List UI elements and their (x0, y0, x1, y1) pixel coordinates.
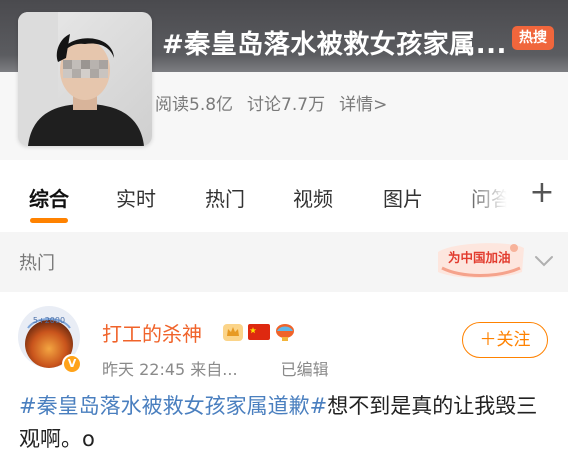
tab-images[interactable]: 图片 (383, 183, 423, 212)
post-card: 5+2000 V 打工的杀神 昨天 22:45 来自... 已编辑 ＋关注 #秦… (0, 292, 568, 459)
weibo-topic-page: #秦皇岛落水被救女孩家属... 热搜 阅读5.8亿 讨论7.7万 详情> 综合 … (0, 0, 568, 459)
avatar-text: 5+2000 (33, 316, 65, 325)
user-badges (222, 321, 296, 343)
hashtag-link[interactable]: #秦皇岛落水被救女孩家属道歉# (19, 394, 327, 418)
details-link[interactable]: 详情> (339, 90, 387, 115)
crown-badge-icon[interactable] (222, 321, 244, 343)
china-flag-icon[interactable] (248, 324, 270, 340)
topic-title: #秦皇岛落水被救女孩家属... (162, 30, 507, 60)
post-text: #秦皇岛落水被救女孩家属道歉#想不到是真的让我毁三观啊。o (19, 390, 539, 456)
post-time: 昨天 22:45 (102, 360, 186, 379)
post-source[interactable]: 来自... (190, 360, 237, 379)
hot-badge: 热搜 (512, 26, 554, 50)
username[interactable]: 打工的杀神 (102, 318, 202, 347)
tab-realtime[interactable]: 实时 (116, 183, 156, 212)
avatar-container[interactable]: 5+2000 V (18, 306, 84, 374)
tab-fade-overlay (460, 170, 515, 220)
tab-video[interactable]: 视频 (293, 183, 333, 212)
banner-text: 为中国加油 (448, 250, 511, 265)
active-tab-indicator (30, 218, 68, 223)
tab-bar: 综合 实时 热门 视频 图片 问答 + (0, 160, 568, 232)
section-label: 热门 (19, 253, 55, 274)
plus-icon[interactable]: + (524, 176, 560, 212)
verified-icon: V (62, 354, 82, 374)
chevron-down-icon[interactable] (534, 254, 554, 268)
read-count: 阅读5.8亿 (155, 95, 234, 115)
topic-cover-image[interactable] (18, 12, 152, 146)
follow-button[interactable]: ＋关注 (462, 322, 548, 358)
tab-hot[interactable]: 热门 (205, 183, 245, 212)
topic-stats: 阅读5.8亿 讨论7.7万 详情> (155, 90, 387, 115)
topic-header: #秦皇岛落水被救女孩家属... 热搜 阅读5.8亿 讨论7.7万 详情> (0, 0, 568, 160)
discussion-count: 讨论7.7万 (247, 95, 326, 115)
edited-label: 已编辑 (280, 360, 329, 379)
post-meta: 昨天 22:45 来自... 已编辑 (102, 356, 329, 380)
lantern-icon[interactable] (274, 321, 296, 343)
tab-comprehensive[interactable]: 综合 (29, 183, 69, 212)
hot-section-bar: 热门 为中国加油 (0, 232, 568, 292)
